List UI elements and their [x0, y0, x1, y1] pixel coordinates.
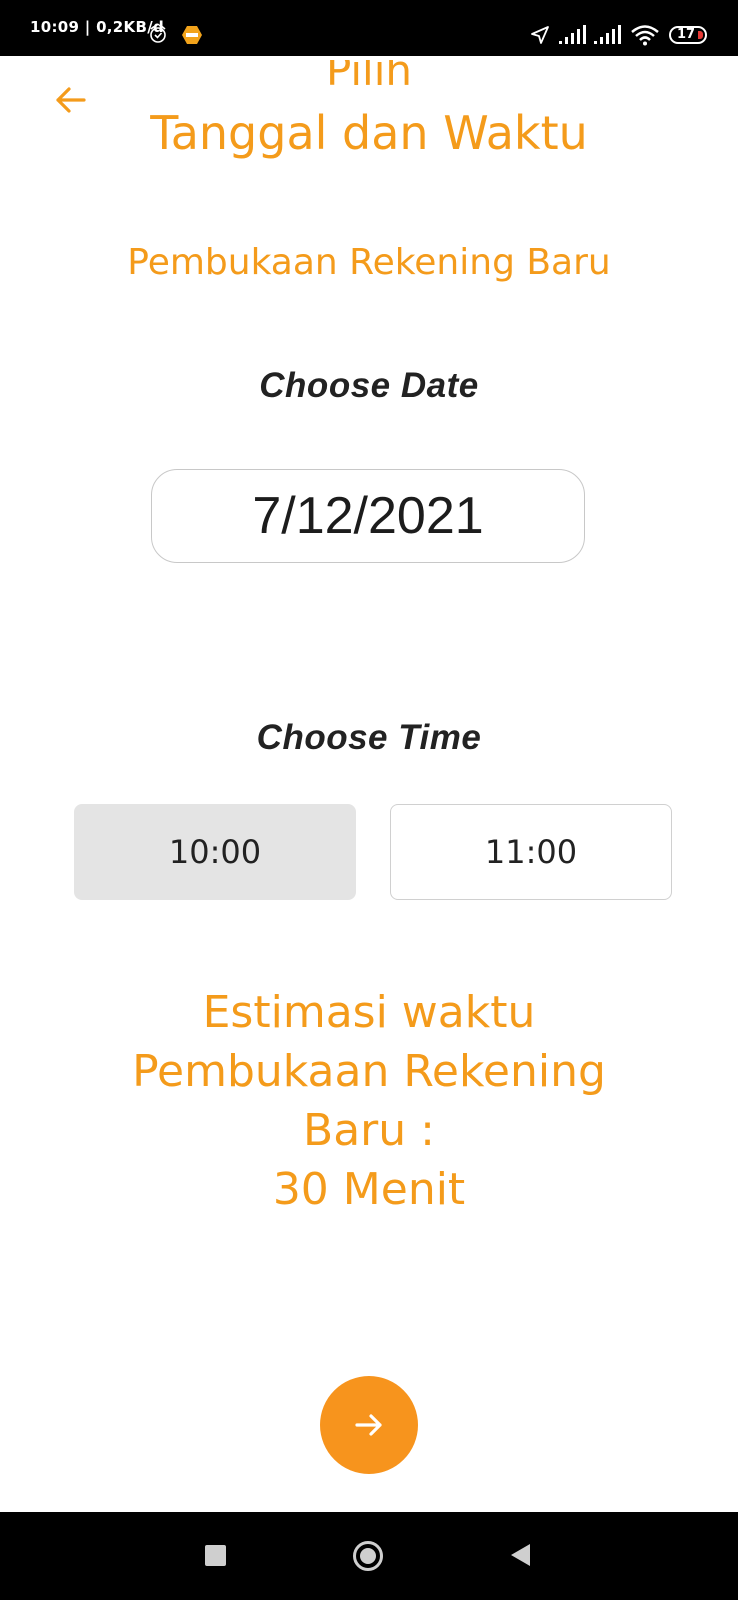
choose-date-label: Choose Date: [259, 366, 479, 405]
battery-low-indicator: [698, 31, 703, 39]
time-slot-label: 10:00: [168, 833, 262, 871]
service-name: Pembukaan Rekening Baru: [127, 242, 611, 283]
date-picker-field[interactable]: 7/12/2021: [151, 469, 585, 563]
date-value: 7/12/2021: [252, 487, 484, 545]
recents-square-icon[interactable]: [205, 1545, 226, 1566]
battery-icon: 17: [669, 26, 707, 44]
estimate-line1: Estimasi waktu: [202, 987, 536, 1038]
status-time: 10:09 | 0,2KB/d: [30, 18, 165, 36]
alarm-icon: [150, 25, 166, 43]
home-circle-icon[interactable]: [352, 1540, 384, 1572]
estimate-duration: 30 Menit: [272, 1164, 466, 1215]
time-slot-1000[interactable]: 10:00: [74, 804, 356, 900]
wifi-icon: [631, 25, 659, 46]
estimate-text: Estimasi waktu Pembukaan Rekening Baru :…: [0, 983, 738, 1219]
estimate-line3: Baru :: [303, 1105, 435, 1156]
arrow-right-icon: [355, 1414, 382, 1436]
page-title: Tanggal dan Waktu: [150, 106, 588, 160]
status-bar: 10:09 | 0,2KB/d 17: [0, 0, 738, 56]
time-slot-1100[interactable]: 11:00: [390, 804, 672, 900]
estimate-line2: Pembukaan Rekening: [132, 1046, 606, 1097]
back-triangle-icon[interactable]: [508, 1542, 532, 1568]
choose-time-label: Choose Time: [256, 718, 482, 757]
time-slot-label: 11:00: [484, 833, 578, 871]
next-button[interactable]: [320, 1376, 418, 1474]
signal-icon: [594, 25, 621, 44]
app-notification-icon: [182, 26, 202, 44]
location-arrow-icon: [531, 26, 549, 44]
battery-level: 17: [677, 27, 696, 42]
signal-icon: [559, 25, 586, 44]
